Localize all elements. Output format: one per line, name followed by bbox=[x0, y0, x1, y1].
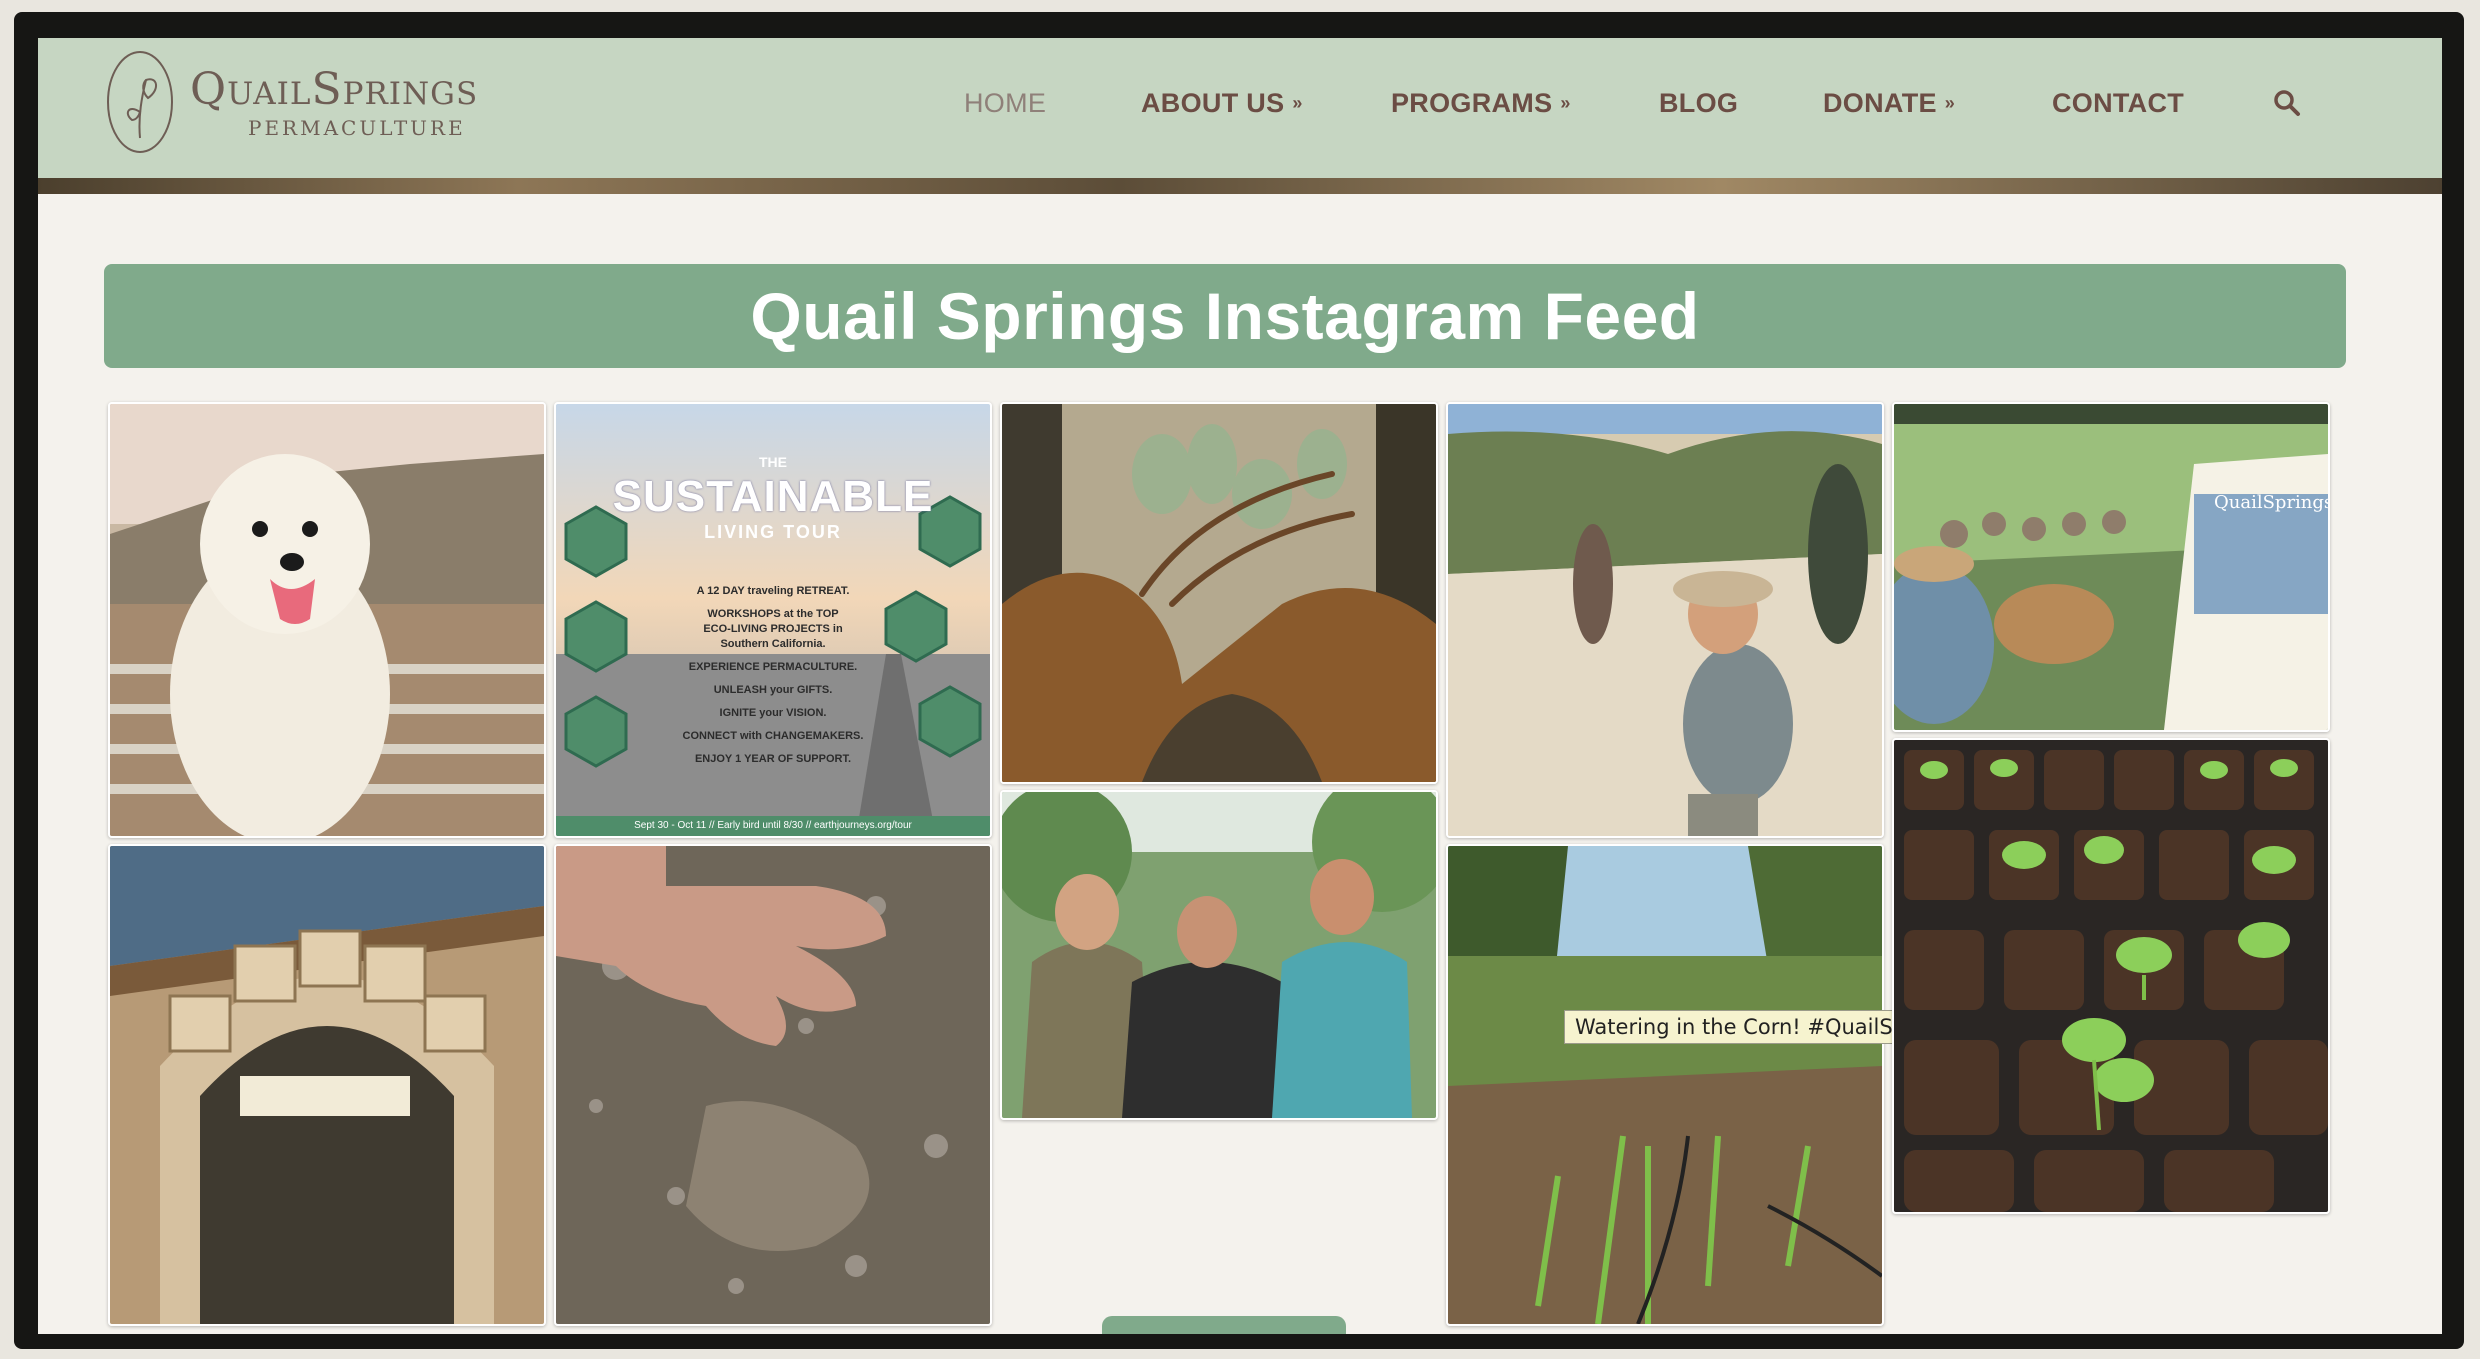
poster-line: CONNECT with CHANGEMAKERS. bbox=[682, 730, 864, 742]
header-photo-strip bbox=[38, 178, 2442, 194]
workshop-sign-text: QuailSprings bbox=[2214, 492, 2330, 513]
web-page: QuailSprings PERMACULTURE HOME ABOUT US»… bbox=[38, 38, 2442, 1334]
instagram-post-hand-soil[interactable] bbox=[554, 844, 992, 1326]
feed-title-banner: Quail Springs Instagram Feed bbox=[104, 264, 2346, 368]
nav-donate-label: DONATE bbox=[1823, 88, 1937, 118]
nav-contact-label: CONTACT bbox=[2052, 88, 2185, 118]
poster-details: A 12 DAY traveling RETREAT. WORKSHOPS at… bbox=[661, 584, 885, 767]
instagram-post-adobe-arch[interactable] bbox=[108, 844, 546, 1326]
poster-footer: Sept 30 - Oct 11 // Early bird until 8/3… bbox=[556, 816, 990, 836]
corn-watering-photo bbox=[1448, 846, 1882, 1324]
cob-nest-photo bbox=[1002, 404, 1436, 782]
instagram-post-corn-watering[interactable] bbox=[1446, 844, 1884, 1326]
nav-donate[interactable]: DONATE » bbox=[1823, 88, 1955, 119]
poster-line: Southern California. bbox=[720, 638, 826, 650]
poster-line: ECO-LIVING PROJECTS in bbox=[703, 623, 843, 635]
chevron-down-icon: » bbox=[1944, 93, 1956, 113]
nav-about-us-label: ABOUT US bbox=[1141, 88, 1285, 118]
poster-banner: THE bbox=[759, 454, 787, 470]
poster-line: EXPERIENCE PERMACULTURE. bbox=[688, 661, 858, 673]
nav-about-us[interactable]: ABOUT US » bbox=[1141, 88, 1303, 119]
instagram-post-cob-nest[interactable] bbox=[1000, 402, 1438, 784]
search-icon[interactable] bbox=[2270, 86, 2304, 120]
nav-contact[interactable]: CONTACT bbox=[2052, 88, 2184, 119]
poster-line: ENJOY 1 YEAR OF SUPPORT. bbox=[694, 753, 852, 765]
three-men-photo bbox=[1002, 792, 1436, 1118]
instagram-post-three-men[interactable] bbox=[1000, 790, 1438, 1120]
poster-line: WORKSHOPS at the TOP bbox=[707, 608, 839, 620]
site-header: QuailSprings PERMACULTURE HOME ABOUT US»… bbox=[38, 38, 2442, 179]
instagram-post-workshop[interactable]: QuailSprings bbox=[1892, 402, 2330, 732]
instagram-post-puppy[interactable] bbox=[108, 402, 546, 838]
nav-programs[interactable]: PROGRAMS » bbox=[1391, 88, 1571, 119]
hiking-kids-photo bbox=[1448, 404, 1882, 836]
nav-blog-label: BLOG bbox=[1659, 88, 1739, 118]
hand-soil-photo bbox=[556, 846, 990, 1324]
puppy-photo bbox=[110, 404, 544, 836]
instagram-post-sustainable-tour[interactable]: THE SUSTAINABLE LIVING TOUR A 12 DAY tra… bbox=[554, 402, 992, 838]
nav-blog[interactable]: BLOG bbox=[1659, 88, 1738, 119]
poster-line: UNLEASH your GIFTS. bbox=[713, 684, 833, 696]
poster-line: A 12 DAY traveling RETREAT. bbox=[696, 585, 850, 597]
poster-line: IGNITE your VISION. bbox=[719, 707, 827, 719]
main-nav: HOME ABOUT US » PROGRAMS » BLOG DONATE » CO… bbox=[38, 38, 2442, 178]
poster-subtitle: LIVING TOUR bbox=[704, 522, 842, 542]
instagram-post-hiking-kids[interactable] bbox=[1446, 402, 1884, 838]
nav-home-label: HOME bbox=[964, 88, 1047, 118]
poster-title: SUSTAINABLE bbox=[612, 472, 934, 521]
adobe-arch-photo bbox=[110, 846, 544, 1324]
load-more-button[interactable] bbox=[1102, 1316, 1346, 1334]
seedlings-photo bbox=[1894, 740, 2328, 1212]
feed-title: Quail Springs Instagram Feed bbox=[750, 279, 1700, 353]
poster-header: THE SUSTAINABLE LIVING TOUR bbox=[556, 414, 990, 543]
chevron-down-icon: » bbox=[1292, 93, 1303, 113]
nav-home[interactable]: HOME bbox=[964, 88, 1046, 119]
nav-programs-label: PROGRAMS bbox=[1391, 88, 1553, 118]
workshop-photo bbox=[1894, 404, 2328, 730]
chevron-down-icon: » bbox=[1560, 93, 1571, 113]
instagram-post-seedlings[interactable] bbox=[1892, 738, 2330, 1214]
